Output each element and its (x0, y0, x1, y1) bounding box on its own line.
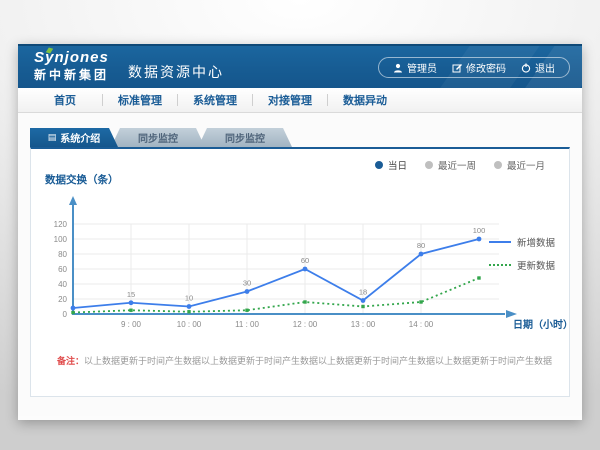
svg-text:30: 30 (243, 279, 251, 288)
legend-label: 新增数据 (517, 235, 555, 249)
svg-text:20: 20 (58, 295, 67, 304)
radio-label: 最近一周 (438, 158, 476, 172)
nav-item-home[interactable]: 首页 (28, 92, 102, 108)
chart-panel: 当日 最近一周 最近一月 数据交换（条） 9 : 00 10 : 00 11 : 0… (30, 147, 570, 397)
tab-sync-monitor-2[interactable]: 同步监控 (198, 128, 292, 147)
svg-text:80: 80 (58, 250, 67, 259)
svg-text:60: 60 (301, 256, 309, 265)
edit-icon (452, 63, 462, 73)
tab-system-intro[interactable]: ▤ 系统介绍 (30, 128, 118, 147)
svg-text:80: 80 (417, 241, 425, 250)
content-area: ▤ 系统介绍 同步监控 同步监控 当日 最近一周 (18, 113, 582, 416)
user-admin-button[interactable]: 管理员 (393, 60, 437, 75)
nav-item-standard-mgmt[interactable]: 标准管理 (103, 92, 177, 108)
company-logo: Synjones 新中新集团 (34, 49, 109, 83)
nav-item-connect-mgmt[interactable]: 对接管理 (253, 92, 327, 108)
nav-item-system-mgmt[interactable]: 系统管理 (178, 92, 252, 108)
tab-label: 同步监控 (138, 130, 178, 145)
svg-text:12 : 00: 12 : 00 (293, 320, 318, 329)
logout-label: 退出 (535, 60, 555, 75)
svg-text:日期（小时）: 日期（小时） (513, 318, 573, 331)
svg-text:15: 15 (127, 290, 135, 299)
radio-dot (494, 161, 502, 169)
remark-text: 以上数据更新于时间产生数据以上数据更新于时间产生数据以上数据更新于时间产生数据以… (84, 356, 553, 366)
user-icon (393, 63, 403, 73)
svg-text:120: 120 (54, 220, 68, 229)
document-icon: ▤ (48, 133, 57, 142)
radio-dot (425, 161, 433, 169)
radio-label: 最近一月 (507, 158, 545, 172)
svg-text:13 : 00: 13 : 00 (351, 320, 376, 329)
legend-label: 更新数据 (517, 258, 555, 272)
logo-subtext: 新中新集团 (34, 67, 109, 83)
svg-text:9 : 00: 9 : 00 (121, 320, 142, 329)
legend-line-sample-dotted (489, 264, 511, 266)
svg-text:0: 0 (63, 310, 68, 319)
remark-note: 备注：以上数据更新于时间产生数据以上数据更新于时间产生数据以上数据更新于时间产生… (57, 355, 553, 368)
svg-text:40: 40 (58, 280, 67, 289)
legend-line-sample-solid (489, 241, 511, 243)
svg-text:10 : 00: 10 : 00 (177, 320, 202, 329)
tab-label: 同步监控 (225, 130, 265, 145)
remark-label: 备注： (57, 356, 84, 366)
svg-text:100: 100 (473, 226, 486, 235)
svg-text:18: 18 (359, 288, 367, 297)
radio-last-week[interactable]: 最近一周 (425, 158, 476, 172)
app-header: Synjones 新中新集团 数据资源中心 管理员 修改密码 (18, 44, 582, 88)
user-menu: 管理员 修改密码 退出 (378, 57, 570, 78)
change-password-button[interactable]: 修改密码 (452, 60, 506, 75)
tab-bar: ▤ 系统介绍 同步监控 同步监控 (30, 128, 292, 147)
logout-button[interactable]: 退出 (521, 60, 555, 75)
tab-sync-monitor-1[interactable]: 同步监控 (111, 128, 205, 147)
legend-new-data: 新增数据 (489, 235, 555, 249)
page-title: 数据资源中心 (128, 62, 224, 82)
main-nav: 首页 标准管理 系统管理 对接管理 数据异动 (18, 88, 582, 113)
svg-text:14 : 00: 14 : 00 (409, 320, 434, 329)
svg-text:10: 10 (185, 294, 193, 303)
power-icon (521, 63, 531, 73)
tab-label: 系统介绍 (60, 130, 100, 145)
main-window: Synjones 新中新集团 数据资源中心 管理员 修改密码 (18, 44, 582, 420)
logo-text: Synjones (34, 49, 109, 67)
svg-text:60: 60 (58, 265, 67, 274)
svg-text:100: 100 (54, 235, 68, 244)
radio-dot (375, 161, 383, 169)
change-password-label: 修改密码 (466, 60, 506, 75)
chart-legend: 新增数据 更新数据 (489, 235, 555, 272)
y-axis-title: 数据交换（条） (45, 172, 119, 187)
radio-today[interactable]: 当日 (375, 158, 407, 172)
svg-text:11 : 00: 11 : 00 (235, 320, 259, 329)
legend-updated-data: 更新数据 (489, 258, 555, 272)
user-admin-label: 管理员 (407, 60, 437, 75)
radio-label: 当日 (388, 158, 407, 172)
nav-item-data-change[interactable]: 数据异动 (328, 92, 402, 108)
time-range-filter: 当日 最近一周 最近一月 (375, 158, 545, 172)
radio-last-month[interactable]: 最近一月 (494, 158, 545, 172)
